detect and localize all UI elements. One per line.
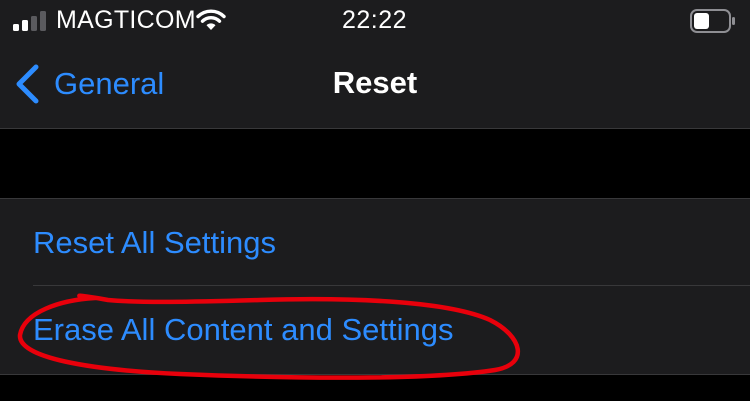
- header: MAGTICOM 22:22 General Reset: [0, 0, 750, 129]
- reset-all-settings-label: Reset All Settings: [33, 225, 276, 260]
- reset-options-list: Reset All Settings Erase All Content and…: [0, 198, 750, 375]
- erase-all-content-row[interactable]: Erase All Content and Settings: [0, 286, 750, 373]
- wifi-icon: [196, 9, 226, 30]
- ios-settings-screen: MAGTICOM 22:22 General Reset Reset All S…: [0, 0, 750, 401]
- signal-bars-icon: [13, 11, 46, 31]
- erase-all-content-label: Erase All Content and Settings: [33, 312, 454, 347]
- page-title: Reset: [332, 65, 418, 100]
- battery-icon: [690, 9, 735, 33]
- clock-time: 22:22: [342, 6, 408, 34]
- reset-all-settings-row[interactable]: Reset All Settings: [0, 199, 750, 286]
- carrier-name: MAGTICOM: [56, 6, 196, 34]
